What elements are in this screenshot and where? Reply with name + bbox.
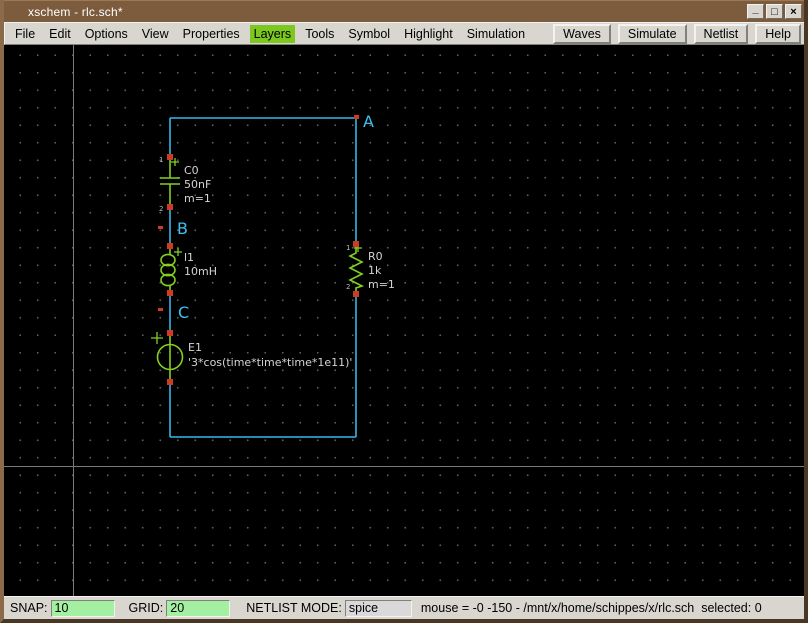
schematic-canvas[interactable]: 1 2 C0 50nF m=1 l1 10mH E1 '3*cos(time*t… [4, 45, 804, 596]
source-pin-plus[interactable] [167, 330, 173, 336]
capacitor-mult-label[interactable]: m=1 [184, 192, 211, 205]
resistor-pin2-number: 2 [346, 283, 350, 291]
resistor-zigzag [348, 244, 365, 294]
titlebar[interactable]: xschem - rlc.sch* _ □ × [4, 0, 804, 22]
resistor-pin-1[interactable] [353, 241, 359, 247]
capacitor-pin-2[interactable] [167, 204, 173, 210]
node-c-anchor [158, 308, 163, 311]
close-icon: × [790, 5, 797, 18]
resistor-ref-label[interactable]: R0 [368, 250, 383, 263]
resistor-pin-2[interactable] [353, 291, 359, 297]
inductor-ref-label[interactable]: l1 [184, 251, 194, 264]
node-labels: A B C [158, 112, 374, 322]
netlist-mode-input[interactable] [344, 599, 412, 617]
menu-item-highlight[interactable]: Highlight [400, 25, 457, 43]
source-ref-label[interactable]: E1 [188, 341, 202, 354]
node-a-anchor [354, 115, 359, 119]
menu-item-symbol[interactable]: Symbol [344, 25, 394, 43]
node-label-b[interactable]: B [177, 219, 188, 238]
resistor-mult-label[interactable]: m=1 [368, 278, 395, 291]
minimize-button[interactable]: _ [747, 2, 764, 19]
capacitor-value-label[interactable]: 50nF [184, 178, 211, 191]
menubar: File Edit Options View Properties Layers… [4, 22, 804, 45]
maximize-icon: □ [771, 5, 778, 18]
resistor-value-label[interactable]: 1k [368, 264, 382, 277]
resistor-r0[interactable]: 1 2 R0 1k m=1 [346, 241, 395, 297]
menu-item-tools[interactable]: Tools [301, 25, 338, 43]
source-value-label[interactable]: '3*cos(time*time*time*1e11)' [188, 356, 352, 369]
window-controls: _ □ × [747, 2, 802, 19]
menu-item-layers[interactable]: Layers [249, 24, 296, 43]
capacitor-pin-1[interactable] [167, 154, 173, 160]
minimize-icon: _ [752, 2, 759, 15]
window-title: xschem - rlc.sch* [28, 4, 123, 19]
menu-item-properties[interactable]: Properties [179, 25, 244, 43]
snap-input[interactable] [50, 599, 115, 617]
inductor-plus-mark [174, 248, 182, 256]
node-label-a[interactable]: A [363, 112, 374, 131]
node-label-c[interactable]: C [178, 303, 189, 322]
resistor-pin1-number: 1 [346, 244, 350, 252]
mouse-status-text: mouse = -0 -150 - /mnt/x/home/schippes/x… [420, 601, 762, 615]
grid-label: GRID: [128, 601, 164, 615]
statusbar: SNAP: GRID: NETLIST MODE: mouse = -0 -15… [4, 596, 804, 619]
netlist-mode-label: NETLIST MODE: [246, 601, 342, 615]
xschem-window: xschem - rlc.sch* _ □ × File Edit Option… [0, 0, 808, 623]
capacitor-pin1-number: 1 [159, 156, 163, 164]
capacitor-pin2-number: 2 [159, 205, 163, 213]
snap-label: SNAP: [10, 601, 48, 615]
inductor-pin-2[interactable] [167, 290, 173, 296]
waves-button[interactable]: Waves [553, 23, 611, 44]
source-pin-minus[interactable] [167, 379, 173, 385]
menu-item-edit[interactable]: Edit [45, 25, 75, 43]
capacitor-ref-label[interactable]: C0 [184, 164, 199, 177]
menu-item-options[interactable]: Options [81, 25, 132, 43]
voltage-source-e1[interactable]: E1 '3*cos(time*time*time*1e11)' [151, 330, 352, 385]
maximize-button[interactable]: □ [766, 4, 783, 19]
node-b-anchor [158, 226, 163, 229]
inductor-value-label[interactable]: 10mH [184, 265, 217, 278]
help-button[interactable]: Help [755, 23, 801, 44]
source-plus-mark [151, 332, 163, 344]
menu-item-simulation[interactable]: Simulation [463, 25, 529, 43]
grid-input[interactable] [166, 599, 231, 617]
menu-item-file[interactable]: File [11, 25, 39, 43]
simulate-button[interactable]: Simulate [617, 23, 687, 44]
inductor-l1[interactable]: l1 10mH [160, 243, 217, 296]
close-button[interactable]: × [785, 4, 802, 19]
schematic-drawing: 1 2 C0 50nF m=1 l1 10mH E1 '3*cos(time*t… [151, 112, 395, 438]
netlist-button[interactable]: Netlist [693, 23, 749, 44]
inductor-pin-1[interactable] [167, 243, 173, 249]
capacitor-c0[interactable]: 1 2 C0 50nF m=1 [159, 154, 211, 213]
menu-item-view[interactable]: View [138, 25, 173, 43]
